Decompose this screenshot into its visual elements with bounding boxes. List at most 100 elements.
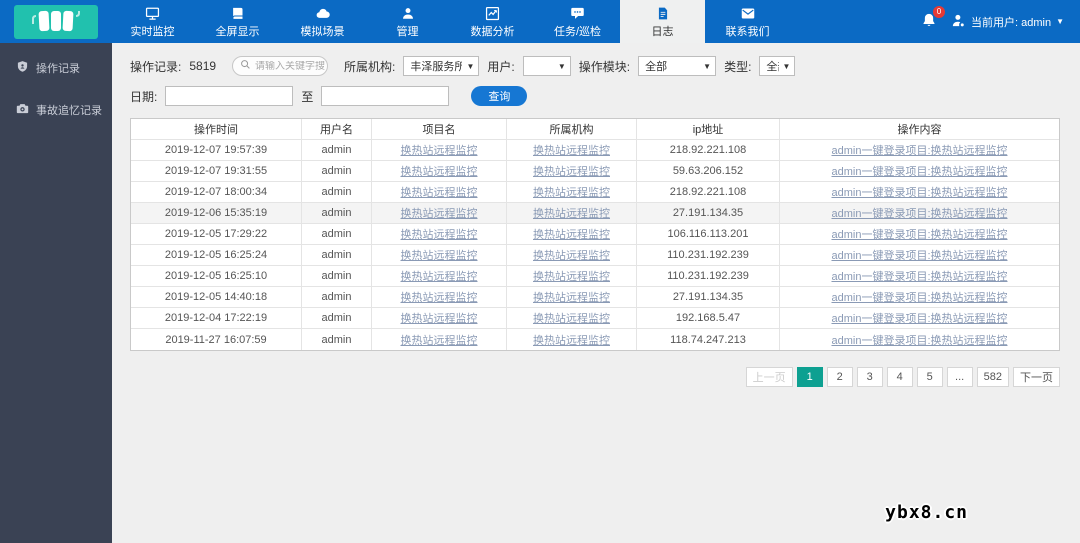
tab-data-analysis[interactable]: 数据分析	[450, 0, 535, 43]
cell-project-link[interactable]: 换热站远程监控	[372, 245, 507, 265]
page-button[interactable]: 5	[917, 367, 943, 387]
document-icon	[656, 6, 670, 24]
tab-label: 任务/巡检	[554, 26, 601, 38]
module-select[interactable]: 全部 ▼	[638, 56, 716, 76]
cell-username: admin	[302, 245, 372, 265]
sidebar-item-operation-records[interactable]: 操作记录	[0, 51, 112, 85]
pagination: 上一页 1 2 3 4 5 ... 582 下一页	[130, 367, 1060, 387]
tab-management[interactable]: 管理	[365, 0, 450, 43]
chevron-down-icon: ▼	[558, 62, 566, 71]
cell-operation-content-link[interactable]: admin一键登录项目:换热站远程监控	[780, 161, 1059, 181]
cell-operation-time: 2019-12-05 16:25:24	[131, 245, 302, 265]
cell-project-link[interactable]: 换热站远程监控	[372, 266, 507, 286]
user-icon	[401, 6, 415, 24]
cell-org-link[interactable]: 换热站远程监控	[507, 203, 637, 223]
module-select-value: 全部	[645, 58, 667, 74]
table-body: 2019-12-07 19:57:39 admin 换热站远程监控 换热站远程监…	[131, 140, 1059, 350]
cell-project-link[interactable]: 换热站远程监控	[372, 287, 507, 307]
page-button[interactable]: 3	[857, 367, 883, 387]
cell-org-link[interactable]: 换热站远程监控	[507, 308, 637, 328]
sidebar-item-incident-recall-records[interactable]: 事故追忆记录	[0, 93, 112, 127]
current-user-menu[interactable]: 当前用户: admin ▼	[951, 13, 1064, 31]
camera-icon	[16, 102, 29, 118]
page-button[interactable]: 上一页	[746, 367, 793, 387]
user-select[interactable]: ▼	[523, 56, 571, 76]
sidebar-item-label: 事故追忆记录	[36, 102, 102, 118]
table-header-row: 操作时间 用户名 项目名 所属机构 ip地址 操作内容	[131, 119, 1059, 140]
cell-operation-content-link[interactable]: admin一键登录项目:换热站远程监控	[780, 308, 1059, 328]
org-select[interactable]: 丰泽服务所 ▼	[403, 56, 479, 76]
cell-org-link[interactable]: 换热站远程监控	[507, 224, 637, 244]
date-end-input[interactable]	[321, 86, 449, 106]
chevron-down-icon: ▼	[703, 62, 711, 71]
date-to-label: 至	[301, 88, 313, 105]
cell-org-link[interactable]: 换热站远程监控	[507, 287, 637, 307]
notification-bell-button[interactable]: 0	[921, 12, 937, 32]
page-button[interactable]: 582	[977, 367, 1009, 387]
table-row: 2019-12-05 16:25:10 admin 换热站远程监控 换热站远程监…	[131, 266, 1059, 287]
chat-icon	[570, 6, 585, 24]
cell-operation-time: 2019-12-07 19:31:55	[131, 161, 302, 181]
cell-username: admin	[302, 140, 372, 160]
search-input[interactable]	[255, 61, 325, 72]
cell-project-link[interactable]: 换热站远程监控	[372, 224, 507, 244]
cell-operation-content-link[interactable]: admin一键登录项目:换热站远程监控	[780, 245, 1059, 265]
cell-org-link[interactable]: 换热站远程监控	[507, 140, 637, 160]
date-start-input[interactable]	[165, 86, 293, 106]
type-label: 类型:	[724, 58, 751, 75]
cell-project-link[interactable]: 换热站远程监控	[372, 161, 507, 181]
cell-project-link[interactable]: 换热站远程监控	[372, 329, 507, 350]
table-row: 2019-12-07 19:57:39 admin 换热站远程监控 换热站远程监…	[131, 140, 1059, 161]
col-header-time: 操作时间	[131, 119, 302, 139]
page-button[interactable]: ...	[947, 367, 973, 387]
cell-operation-time: 2019-12-04 17:22:19	[131, 308, 302, 328]
tab-realtime-monitor[interactable]: 实时监控	[110, 0, 195, 43]
cell-project-link[interactable]: 换热站远程监控	[372, 182, 507, 202]
cell-operation-time: 2019-12-06 15:35:19	[131, 203, 302, 223]
cell-org-link[interactable]: 换热站远程监控	[507, 182, 637, 202]
cell-username: admin	[302, 266, 372, 286]
operation-log-table: 操作时间 用户名 项目名 所属机构 ip地址 操作内容 2019-12-07 1…	[130, 118, 1060, 351]
chart-icon	[485, 6, 500, 24]
type-select[interactable]: 全部 ▼	[759, 56, 795, 76]
page-button[interactable]: 1	[797, 367, 823, 387]
cell-org-link[interactable]: 换热站远程监控	[507, 161, 637, 181]
cell-operation-content-link[interactable]: admin一键登录项目:换热站远程监控	[780, 287, 1059, 307]
cell-operation-content-link[interactable]: admin一键登录项目:换热站远程监控	[780, 140, 1059, 160]
cell-ip-address: 27.191.134.35	[637, 203, 780, 223]
cell-org-link[interactable]: 换热站远程监控	[507, 266, 637, 286]
top-nav-bar: 实时监控 全屏显示 模拟场景 管理	[0, 0, 1080, 43]
cell-operation-time: 2019-12-07 19:57:39	[131, 140, 302, 160]
cell-project-link[interactable]: 换热站远程监控	[372, 140, 507, 160]
cell-operation-content-link[interactable]: admin一键登录项目:换热站远程监控	[780, 266, 1059, 286]
main-content: 操作记录: 5819 所属机构: 丰泽服务所 ▼ 用户: ▼ 操作模块: 全部	[112, 43, 1080, 543]
keyword-search-box	[232, 56, 328, 76]
tab-fullscreen-display[interactable]: 全屏显示	[195, 0, 280, 43]
org-label: 所属机构:	[344, 58, 395, 75]
tab-logs[interactable]: 日志	[620, 0, 705, 43]
cell-project-link[interactable]: 换热站远程监控	[372, 203, 507, 223]
chevron-down-icon: ▼	[466, 62, 474, 71]
nav-tabs: 实时监控 全屏显示 模拟场景 管理	[110, 0, 790, 43]
table-row: 2019-11-27 16:07:59 admin 换热站远程监控 换热站远程监…	[131, 329, 1059, 350]
date-label: 日期:	[130, 88, 157, 105]
cell-operation-content-link[interactable]: admin一键登录项目:换热站远程监控	[780, 182, 1059, 202]
tab-simulation-scene[interactable]: 模拟场景	[280, 0, 365, 43]
cell-operation-content-link[interactable]: admin一键登录项目:换热站远程监控	[780, 329, 1059, 350]
query-button[interactable]: 查询	[471, 86, 527, 106]
page-button[interactable]: 4	[887, 367, 913, 387]
cell-org-link[interactable]: 换热站远程监控	[507, 245, 637, 265]
cell-org-link[interactable]: 换热站远程监控	[507, 329, 637, 350]
tab-tasks-inspection[interactable]: 任务/巡检	[535, 0, 620, 43]
table-row: 2019-12-07 18:00:34 admin 换热站远程监控 换热站远程监…	[131, 182, 1059, 203]
page-button[interactable]: 下一页	[1013, 367, 1060, 387]
app-logo[interactable]	[14, 5, 98, 39]
tab-contact-us[interactable]: 联系我们	[705, 0, 790, 43]
cell-username: admin	[302, 308, 372, 328]
cell-ip-address: 59.63.206.152	[637, 161, 780, 181]
cell-operation-content-link[interactable]: admin一键登录项目:换热站远程监控	[780, 224, 1059, 244]
cell-operation-content-link[interactable]: admin一键登录项目:换热站远程监控	[780, 203, 1059, 223]
cell-project-link[interactable]: 换热站远程监控	[372, 308, 507, 328]
page-button[interactable]: 2	[827, 367, 853, 387]
current-user-label: 当前用户: admin	[971, 14, 1051, 30]
